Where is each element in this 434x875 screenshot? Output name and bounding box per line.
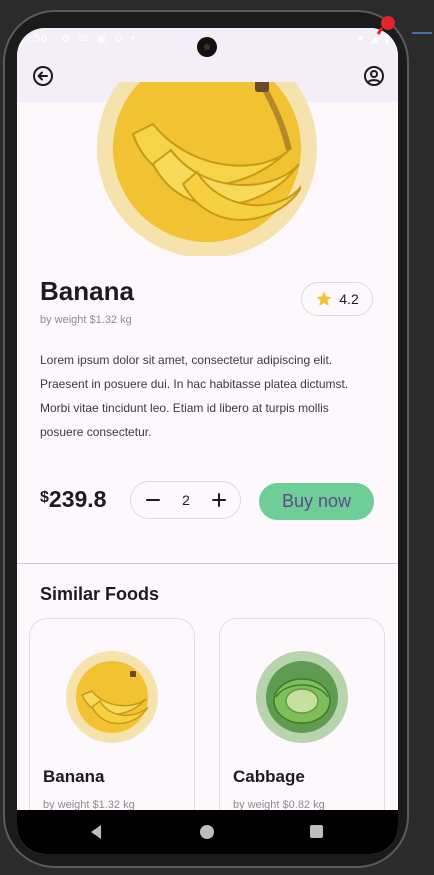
gear-icon: ⚙ [61,33,71,45]
back-arrow-icon [33,66,53,86]
status-time: 4:56 [23,32,48,45]
similar-food-card[interactable]: Cabbage by weight $0.82 kg [219,618,385,838]
product-image [97,82,317,256]
cabbage-icon [273,678,331,724]
increase-button[interactable] [210,491,228,509]
nav-recent-icon[interactable] [310,825,323,838]
card-image-circle [266,661,338,733]
product-name: Banana [40,276,134,306]
status-icons-left: ⚙ ✉ ▣ G • [61,32,135,45]
card-name: Cabbage [233,767,305,786]
system-nav-bar [17,810,398,854]
pin-icon [376,16,395,35]
quantity-value: 2 [182,492,190,508]
buy-now-button[interactable]: Buy now [259,483,374,520]
dot-icon: • [131,32,135,44]
nav-back-icon[interactable] [89,824,103,840]
back-button[interactable] [31,64,55,88]
product-weight: by weight $1.32 kg [40,314,132,326]
price-amount: 239.8 [48,486,107,512]
product-image-circle [113,82,301,242]
similar-food-card[interactable]: Banana by weight $1.32 kg [29,618,195,838]
rating-value: 4.2 [339,291,359,307]
star-icon [316,291,332,306]
rating-chip: 4.2 [301,282,373,316]
minus-icon [146,499,160,501]
card-image-ring [66,651,158,743]
product-price: $239.8 [40,486,106,513]
product-description: Lorem ipsum dolor sit amet, consectetur … [40,353,349,439]
sim-icon: ▣ [96,33,107,45]
app-screen: 4:56 ⚙ ✉ ▣ G • ▾ ◢ ▮ Banana by weight $1… [17,28,398,854]
card-image-circle [76,661,149,733]
account-circle-icon [364,66,384,86]
side-rail [410,0,434,875]
price-currency: $ [40,489,49,506]
similar-foods-title: Similar Foods [40,584,160,604]
card-name: Banana [43,767,105,786]
banana-icon [131,82,301,221]
plus-icon [212,493,226,507]
section-divider [17,563,398,564]
wifi-icon: ▾ [357,33,364,45]
banana-icon [81,671,149,725]
card-image-ring [256,651,348,743]
quantity-stepper: 2 [130,481,241,519]
nav-home-icon[interactable] [200,825,214,839]
google-icon: G [114,32,124,44]
decrease-button[interactable] [144,491,162,509]
side-stripe [412,32,432,34]
front-camera [197,37,217,57]
mail-icon: ✉ [78,33,89,45]
profile-button[interactable] [362,64,386,88]
